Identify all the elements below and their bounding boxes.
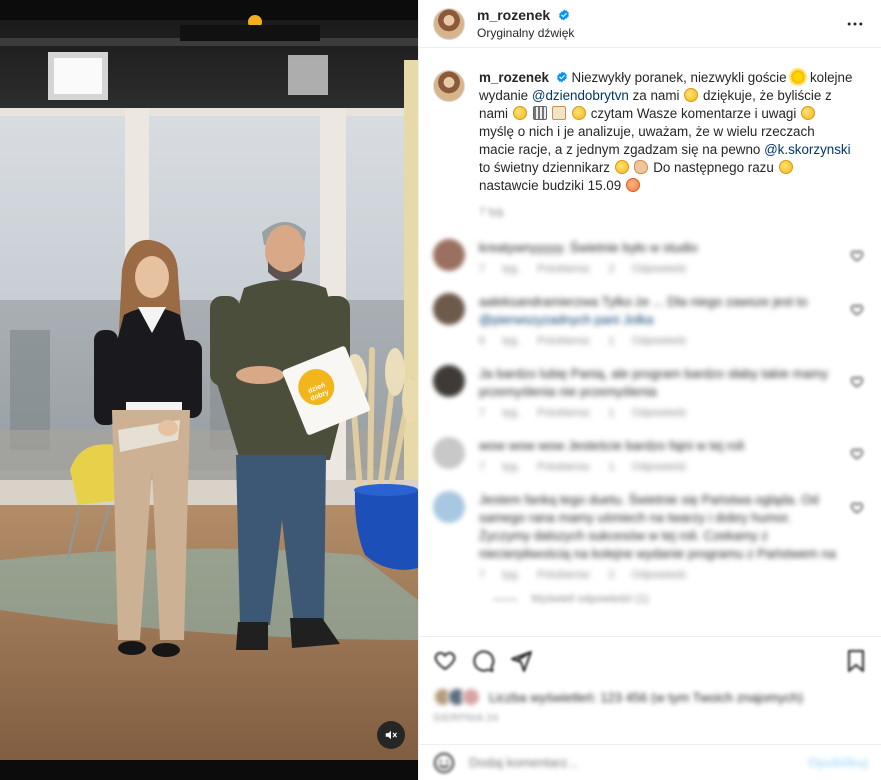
likes-summary[interactable]: Liczba wyświetleń: 123 456 (w tym Twoich… — [433, 687, 868, 707]
comment-time: 7 tyg. — [479, 263, 520, 275]
heart-icon[interactable] — [850, 249, 864, 263]
grin-emoji-icon — [684, 88, 699, 102]
grin-emoji-icon — [614, 160, 629, 174]
action-bar: Liczba wyświetleń: 123 456 (w tym Twoich… — [419, 636, 881, 744]
heart-icon[interactable] — [850, 501, 864, 515]
heart-icon[interactable] — [850, 303, 864, 317]
comment-time: 6 tyg. — [479, 335, 520, 347]
comment-time: 7 tyg. — [479, 407, 520, 419]
comment-text: kreatywnyyyyy. Świetnie było w studio — [479, 240, 698, 255]
audio-label[interactable]: Oryginalny dźwięk — [477, 26, 574, 41]
caption: m_rozenek Niezwykły poranek, niezwykli g… — [433, 69, 866, 221]
post-date: SIERPNIA 24 — [433, 713, 499, 724]
video-player[interactable]: dzień dobry — [0, 0, 418, 780]
commenter-avatar[interactable] — [433, 437, 465, 469]
comment-item: aaleksandramierzwa Tylko że ... Dla nieg… — [433, 293, 866, 347]
post-panel: m_rozenek Oryginalny dźwięk m_rozenek Ni… — [418, 0, 881, 780]
comment-likes[interactable]: Polubienia: 1 — [537, 335, 615, 347]
comment-meta: 6 tyg. Polubienia: 1 Odpowiedz — [479, 335, 839, 347]
commenter-avatar[interactable] — [433, 293, 465, 325]
caption-text-5: czytam Wasze komentarze i uwagi — [590, 106, 797, 121]
caption-text-7: to świetny dziennikarz — [479, 160, 610, 175]
box-emoji-icon — [552, 106, 567, 120]
comment-meta: 7 tyg. Polubienia: 1 Odpowiedz — [479, 407, 839, 419]
grin-emoji-icon — [512, 106, 527, 120]
comment-text: aaleksandramierzwa Tylko że ... Dla nieg… — [479, 294, 808, 327]
speaker-muted-icon — [385, 730, 397, 740]
verified-badge-icon — [558, 9, 569, 21]
comment-time: 7 tyg. — [479, 569, 520, 581]
comment-meta: 7 tyg. Polubienia: 2 Odpowiedz — [479, 569, 839, 581]
mute-button[interactable] — [377, 721, 405, 749]
comment-item: kreatywnyyyyy. Świetnie było w studio 7 … — [433, 239, 866, 275]
commenter-avatar[interactable] — [433, 239, 465, 271]
commenter-avatar[interactable] — [433, 365, 465, 397]
likes-text: Liczba wyświetleń: 123 456 (w tym Twoich… — [489, 689, 804, 705]
caption-username[interactable]: m_rozenek — [479, 70, 549, 85]
reply-button[interactable]: Odpowiedz — [632, 461, 687, 473]
comment-icon[interactable] — [471, 649, 495, 673]
mention-link[interactable]: @dziendobrytvn — [532, 88, 629, 103]
reply-button[interactable]: Odpowiedz — [632, 263, 687, 275]
bookmark-icon[interactable] — [844, 649, 868, 673]
comment-item: Jestem fanką tego duetu. Świetnie się Pa… — [433, 491, 866, 581]
reply-button[interactable]: Odpowiedz — [632, 407, 687, 419]
commenter-avatar[interactable] — [433, 491, 465, 523]
video-frame: dzień dobry — [0, 0, 418, 780]
post-header: m_rozenek Oryginalny dźwięk — [419, 0, 881, 48]
comment-text: wow wow wow Jesteście bardzo fajni w tej… — [479, 438, 745, 453]
comment-text: Jestem fanką tego duetu. Świetnie się Pa… — [479, 492, 836, 561]
caption-text-3: za nami — [632, 88, 680, 103]
author-username[interactable]: m_rozenek — [477, 7, 550, 23]
comment-input[interactable] — [469, 755, 769, 770]
comment-likes[interactable]: Polubienia: 1 — [537, 461, 615, 473]
comment-likes[interactable]: Polubienia: 1 — [537, 407, 615, 419]
emoji-smiley-icon[interactable] — [433, 752, 455, 774]
sun-emoji-icon — [791, 70, 806, 84]
heart-icon[interactable] — [850, 447, 864, 461]
caption-avatar[interactable] — [433, 70, 465, 102]
avatar[interactable] — [433, 7, 465, 40]
comment-likes[interactable]: Polubienia: 2 — [537, 263, 615, 275]
comment-mention[interactable]: @pierwszyzadnych pani Jolka — [479, 312, 653, 327]
mention-link[interactable]: @k.skorzynski — [764, 142, 851, 157]
flexed-biceps-emoji-icon — [634, 160, 649, 174]
liker-avatars — [433, 687, 481, 707]
publish-button[interactable]: Opublikuj — [808, 755, 868, 770]
comment-meta: 7 tyg. Polubienia: 1 Odpowiedz — [479, 461, 839, 473]
heart-eyes-emoji-icon — [625, 178, 640, 192]
share-icon[interactable] — [509, 649, 533, 673]
wink-emoji-icon — [571, 106, 586, 120]
heart-icon[interactable] — [850, 375, 864, 389]
caption-text-8: Do następnego razu — [653, 160, 774, 175]
comment-meta: 7 tyg. Polubienia: 2 Odpowiedz — [479, 263, 839, 275]
comments-section[interactable]: m_rozenek Niezwykły poranek, niezwykli g… — [419, 61, 881, 629]
grin-emoji-icon — [778, 160, 793, 174]
caption-timestamp: 7 tyg. — [479, 206, 506, 218]
grin-emoji-icon — [801, 106, 816, 120]
caption-text-1: Niezwykły poranek, niezwykli goście — [571, 70, 787, 85]
heart-icon[interactable] — [433, 649, 457, 673]
comment-likes[interactable]: Polubienia: 2 — [537, 569, 615, 581]
reply-button[interactable]: Odpowiedz — [632, 335, 687, 347]
verified-badge-icon — [556, 71, 567, 83]
add-comment-bar: Opublikuj — [419, 744, 881, 780]
view-replies-button[interactable]: Wyświetl odpowiedzi (1) — [493, 593, 866, 605]
caption-text-9: nastawcie budziki 15.09 — [479, 178, 622, 193]
comment-item: Ja bardzo lubię Panią, ale program bardz… — [433, 365, 866, 419]
more-horizontal-icon[interactable] — [845, 14, 865, 34]
comment-time: 7 tyg. — [479, 461, 520, 473]
qr-emoji-icon — [532, 106, 547, 120]
comment-text: Ja bardzo lubię Panią, ale program bardz… — [479, 366, 829, 399]
comment-item: wow wow wow Jesteście bardzo fajni w tej… — [433, 437, 866, 473]
reply-button[interactable]: Odpowiedz — [632, 569, 687, 581]
